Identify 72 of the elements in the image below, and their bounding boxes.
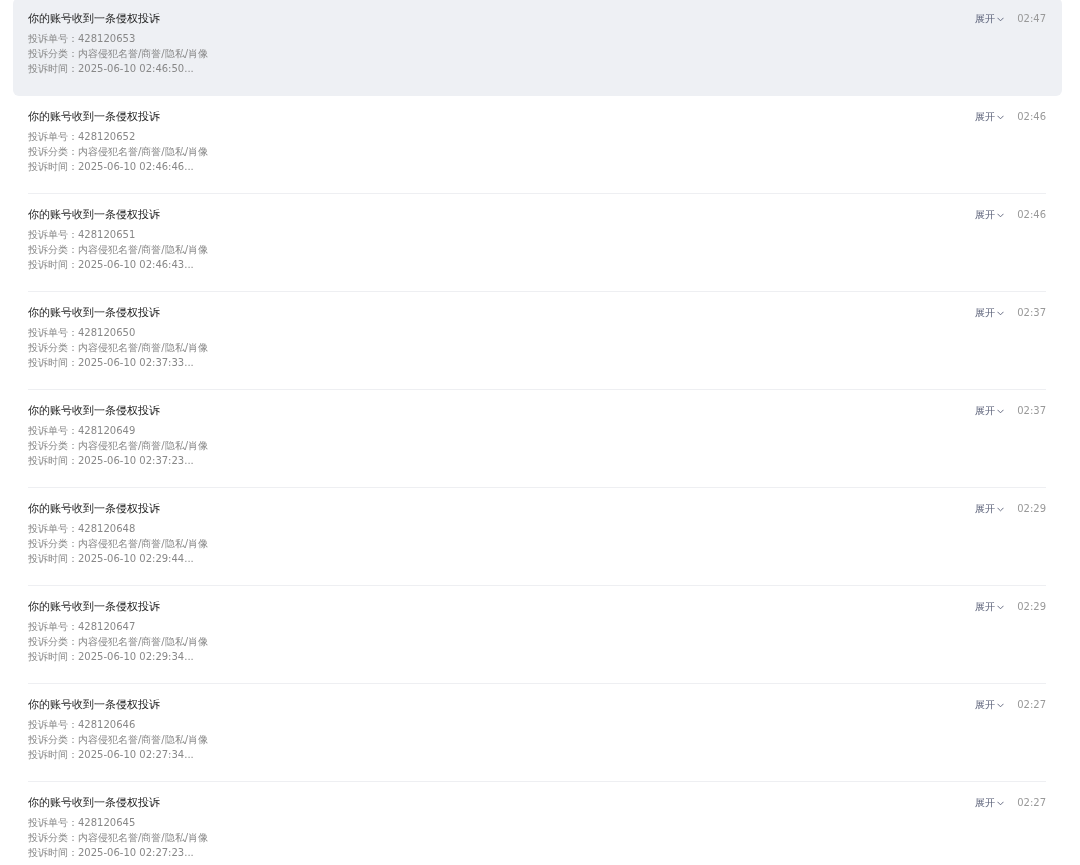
detail-line: 投诉分类：内容侵犯名誉/商誉/隐私/肖像 (28, 145, 209, 159)
detail-line: 投诉单号：428120647 (28, 620, 136, 634)
detail-line: 投诉时间：2025-06-10 02:27:23... (28, 846, 194, 860)
detail-line: 投诉时间：2025-06-10 02:29:44... (28, 552, 194, 566)
chevron-down-icon (997, 702, 1005, 708)
detail-line: 投诉时间：2025-06-10 02:37:33... (28, 356, 194, 370)
detail-line: 投诉分类：内容侵犯名誉/商誉/隐私/肖像 (28, 439, 209, 453)
expand-link[interactable]: 展开 (975, 11, 1005, 27)
notification-time: 02:29 (1017, 502, 1046, 516)
chevron-down-icon (997, 506, 1005, 512)
expand-link[interactable]: 展开 (975, 403, 1005, 419)
chevron-down-icon (997, 604, 1005, 610)
notification-title: 你的账号收到一条侵权投诉 (28, 599, 160, 615)
detail-line: 投诉单号：428120646 (28, 718, 136, 732)
expand-link[interactable]: 展开 (975, 109, 1005, 125)
notification-time: 02:46 (1017, 208, 1046, 222)
detail-line: 投诉分类：内容侵犯名誉/商誉/隐私/肖像 (28, 47, 209, 61)
detail-line: 投诉时间：2025-06-10 02:46:43... (28, 258, 194, 272)
notification-time: 02:37 (1017, 404, 1046, 418)
notification-card[interactable]: 你的账号收到一条侵权投诉 投诉单号：428120649 投诉分类：内容侵犯名誉/商誉/隐私/肖像 投诉时间：2025-06-10 02:37:23... 展开 02:37 (13, 390, 1062, 488)
notification-title: 你的账号收到一条侵权投诉 (28, 501, 160, 517)
notification-time: 02:37 (1017, 306, 1046, 320)
detail-line: 投诉分类：内容侵犯名誉/商誉/隐私/肖像 (28, 635, 209, 649)
notification-card[interactable]: 你的账号收到一条侵权投诉 投诉单号：428120650 投诉分类：内容侵犯名誉/商誉/隐私/肖像 投诉时间：2025-06-10 02:37:33... 展开 02:37 (13, 292, 1062, 390)
detail-line: 投诉单号：428120651 (28, 228, 136, 242)
detail-line: 投诉分类：内容侵犯名誉/商誉/隐私/肖像 (28, 831, 209, 845)
detail-line: 投诉分类：内容侵犯名誉/商誉/隐私/肖像 (28, 733, 209, 747)
notification-card[interactable]: 你的账号收到一条侵权投诉 投诉单号：428120646 投诉分类：内容侵犯名誉/商誉/隐私/肖像 投诉时间：2025-06-10 02:27:34... 展开 02:27 (13, 684, 1062, 782)
detail-line: 投诉分类：内容侵犯名誉/商誉/隐私/肖像 (28, 341, 209, 355)
detail-line: 投诉时间：2025-06-10 02:46:50... (28, 62, 194, 76)
expand-link[interactable]: 展开 (975, 207, 1005, 223)
detail-line: 投诉单号：428120650 (28, 326, 136, 340)
chevron-down-icon (997, 16, 1005, 22)
detail-line: 投诉分类：内容侵犯名誉/商誉/隐私/肖像 (28, 537, 209, 551)
notification-time: 02:27 (1017, 698, 1046, 712)
detail-line: 投诉单号：428120648 (28, 522, 136, 536)
notification-title: 你的账号收到一条侵权投诉 (28, 795, 160, 811)
chevron-down-icon (997, 408, 1005, 414)
detail-line: 投诉单号：428120652 (28, 130, 136, 144)
notification-title: 你的账号收到一条侵权投诉 (28, 207, 160, 223)
detail-line: 投诉单号：428120653 (28, 32, 136, 46)
notification-title: 你的账号收到一条侵权投诉 (28, 697, 160, 713)
expand-link[interactable]: 展开 (975, 697, 1005, 713)
notification-time: 02:29 (1017, 600, 1046, 614)
expand-link[interactable]: 展开 (975, 599, 1005, 615)
notification-card[interactable]: 你的账号收到一条侵权投诉 投诉单号：428120651 投诉分类：内容侵犯名誉/商誉/隐私/肖像 投诉时间：2025-06-10 02:46:43... 展开 02:46 (13, 194, 1062, 292)
chevron-down-icon (997, 310, 1005, 316)
expand-link[interactable]: 展开 (975, 305, 1005, 321)
notification-title: 你的账号收到一条侵权投诉 (28, 403, 160, 419)
notification-time: 02:47 (1017, 12, 1046, 26)
detail-line: 投诉单号：428120645 (28, 816, 136, 830)
notification-card[interactable]: 你的账号收到一条侵权投诉 投诉单号：428120648 投诉分类：内容侵犯名誉/商誉/隐私/肖像 投诉时间：2025-06-10 02:29:44... 展开 02:29 (13, 488, 1062, 586)
detail-line: 投诉单号：428120649 (28, 424, 136, 438)
chevron-down-icon (997, 212, 1005, 218)
detail-line: 投诉时间：2025-06-10 02:29:34... (28, 650, 194, 664)
notification-card[interactable]: 你的账号收到一条侵权投诉 投诉单号：428120652 投诉分类：内容侵犯名誉/商誉/隐私/肖像 投诉时间：2025-06-10 02:46:46... 展开 02:46 (13, 96, 1062, 194)
notification-title: 你的账号收到一条侵权投诉 (28, 109, 160, 125)
detail-line: 投诉时间：2025-06-10 02:27:34... (28, 748, 194, 762)
expand-link[interactable]: 展开 (975, 501, 1005, 517)
chevron-down-icon (997, 800, 1005, 806)
detail-line: 投诉时间：2025-06-10 02:37:23... (28, 454, 194, 468)
notification-title: 你的账号收到一条侵权投诉 (28, 305, 160, 321)
notification-card[interactable]: 你的账号收到一条侵权投诉 投诉单号：428120645 投诉分类：内容侵犯名誉/商誉/隐私/肖像 投诉时间：2025-06-10 02:27:23... 展开 02:27 (13, 782, 1062, 865)
notification-title: 你的账号收到一条侵权投诉 (28, 11, 160, 27)
expand-link[interactable]: 展开 (975, 795, 1005, 811)
notification-card[interactable]: 你的账号收到一条侵权投诉 投诉单号：428120653 投诉分类：内容侵犯名誉/商誉/隐私/肖像 投诉时间：2025-06-10 02:46:50... 展开 02:47 (13, 0, 1062, 96)
notification-card[interactable]: 你的账号收到一条侵权投诉 投诉单号：428120647 投诉分类：内容侵犯名誉/商誉/隐私/肖像 投诉时间：2025-06-10 02:29:34... 展开 02:29 (13, 586, 1062, 684)
chevron-down-icon (997, 114, 1005, 120)
notification-time: 02:46 (1017, 110, 1046, 124)
notification-time: 02:27 (1017, 796, 1046, 810)
detail-line: 投诉时间：2025-06-10 02:46:46... (28, 160, 194, 174)
detail-line: 投诉分类：内容侵犯名誉/商誉/隐私/肖像 (28, 243, 209, 257)
